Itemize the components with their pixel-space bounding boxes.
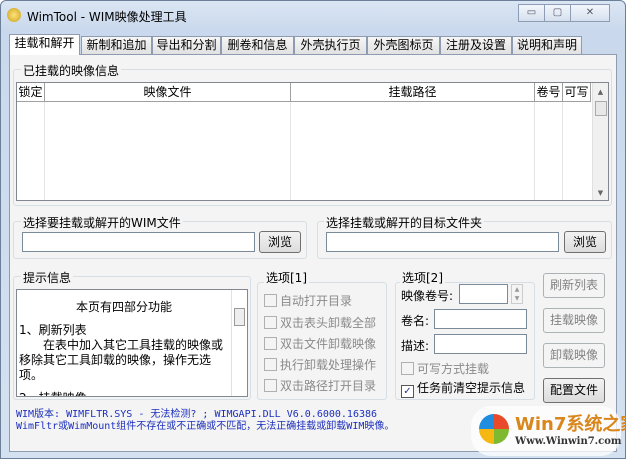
hint-label: 提示信息 (21, 269, 74, 286)
hint-line: 1、刷新列表 (19, 323, 87, 337)
divider (44, 102, 45, 200)
mounted-images-table[interactable]: 锁定 映像文件 挂载路径 卷号 可写 ▲ ▼ (16, 82, 609, 201)
col-image-file[interactable]: 映像文件 (45, 83, 291, 102)
watermark: Win7系统之家 Www.Winwin7.com (471, 406, 626, 456)
window-title: WimTool - WIM映像处理工具 (27, 10, 187, 24)
volume-input[interactable] (459, 284, 508, 304)
tab-shell-icon[interactable]: 外壳图标页 (367, 36, 440, 55)
volume-spinner[interactable]: ▲ ▼ (511, 284, 523, 304)
checkbox-label: 任务前清空提示信息 (417, 381, 526, 395)
options2-label: 选项[2] (400, 269, 445, 286)
status-line-2: WimFltr或WimMount组件不存在或不正确或不匹配，无法正确挂载或卸载W… (16, 421, 395, 432)
run-unmount-processing-checkbox[interactable]: 执行卸载处理操作 (264, 356, 376, 373)
col-lock[interactable]: 锁定 (17, 83, 45, 102)
desc-input[interactable] (434, 334, 527, 354)
scroll-thumb[interactable] (595, 101, 607, 116)
app-window: WimTool - WIM映像处理工具 ▭ ▢ ✕ 挂载和解开 新制和追加 导出… (0, 0, 626, 459)
tab-mount-unpack[interactable]: 挂载和解开 (9, 34, 80, 55)
name-label: 卷名: (401, 314, 430, 328)
watermark-url: Www.Winwin7.com (515, 436, 622, 447)
options1-label: 选项[1] (264, 269, 309, 286)
divider (562, 102, 563, 200)
scroll-down-icon[interactable]: ▼ (593, 189, 608, 197)
desc-label: 描述: (401, 339, 430, 353)
auto-open-dir-checkbox[interactable]: 自动打开目录 (264, 292, 352, 309)
tab-register-settings[interactable]: 注册及设置 (440, 36, 512, 55)
hint-scrollbar[interactable] (231, 290, 247, 396)
name-input[interactable] (434, 309, 527, 329)
divider (534, 102, 535, 200)
wim-file-label: 选择要挂载或解开的WIM文件 (21, 214, 183, 231)
checkbox-label: 双击路径打开目录 (280, 379, 377, 393)
tab-create-append[interactable]: 新制和追加 (81, 36, 152, 55)
col-writable[interactable]: 可写 (563, 83, 591, 102)
hint-line: 2、挂载映像 (17, 383, 247, 396)
windows-logo-icon (479, 414, 509, 444)
volume-label: 映像卷号: (401, 289, 454, 303)
mounted-group-label: 已挂载的映像信息 (21, 62, 122, 79)
dblclick-header-unmount-all-checkbox[interactable]: 双击表头卸载全部 (264, 314, 376, 331)
app-icon (7, 8, 21, 22)
hint-title: 本页有四部分功能 (75, 300, 172, 314)
scroll-thumb[interactable] (234, 308, 245, 326)
writable-mount-checkbox[interactable]: 可写方式挂载 (401, 360, 489, 377)
unmount-image-button[interactable]: 卸载映像 (543, 343, 605, 368)
tab-delete-info[interactable]: 删卷和信息 (221, 36, 294, 55)
mount-image-button[interactable]: 挂载映像 (543, 308, 605, 333)
checkbox-label: 双击表头卸载全部 (280, 316, 377, 330)
checkbox-label: 可写方式挂载 (417, 362, 490, 376)
tab-about[interactable]: 说明和声明 (512, 36, 582, 55)
close-button[interactable]: ✕ (570, 4, 610, 22)
col-volume[interactable]: 卷号 (535, 83, 563, 102)
checkbox-label: 双击文件卸载映像 (280, 337, 377, 351)
wim-file-input[interactable] (22, 232, 255, 252)
refresh-list-button[interactable]: 刷新列表 (543, 273, 605, 298)
checkbox-label: 自动打开目录 (280, 294, 353, 308)
scroll-up-icon[interactable]: ▲ (593, 88, 608, 96)
dblclick-path-open-dir-checkbox[interactable]: 双击路径打开目录 (264, 377, 376, 394)
minimize-button[interactable]: ▭ (518, 4, 545, 22)
maximize-button[interactable]: ▢ (544, 4, 571, 22)
dblclick-file-unmount-checkbox[interactable]: 双击文件卸载映像 (264, 335, 376, 352)
config-file-button[interactable]: 配置文件 (543, 378, 605, 403)
checkbox-label: 执行卸载处理操作 (280, 358, 377, 372)
tab-export-split[interactable]: 导出和分割 (152, 36, 221, 55)
col-mount-path[interactable]: 挂载路径 (291, 83, 535, 102)
target-dir-input[interactable] (326, 232, 559, 252)
clear-hint-before-task-checkbox[interactable]: ✓ 任务前清空提示信息 (401, 379, 525, 398)
divider (290, 102, 291, 200)
hint-textarea[interactable]: 本页有四部分功能 1、刷新列表 在表中加入其它工具挂载的映像或移除其它工具卸载的… (16, 289, 248, 397)
target-dir-label: 选择挂载或解开的目标文件夹 (324, 214, 485, 231)
browse-dir-button[interactable]: 浏览 (564, 231, 606, 253)
tab-shell-exec[interactable]: 外壳执行页 (294, 36, 367, 55)
check-icon: ✓ (401, 385, 414, 398)
hint-line: 在表中加入其它工具挂载的映像或移除其它工具卸载的映像，操作无选项。 (19, 338, 224, 382)
watermark-brand: Win7系统之家 (515, 414, 626, 435)
table-scrollbar[interactable]: ▲ ▼ (592, 83, 608, 200)
browse-wim-button[interactable]: 浏览 (259, 231, 301, 253)
